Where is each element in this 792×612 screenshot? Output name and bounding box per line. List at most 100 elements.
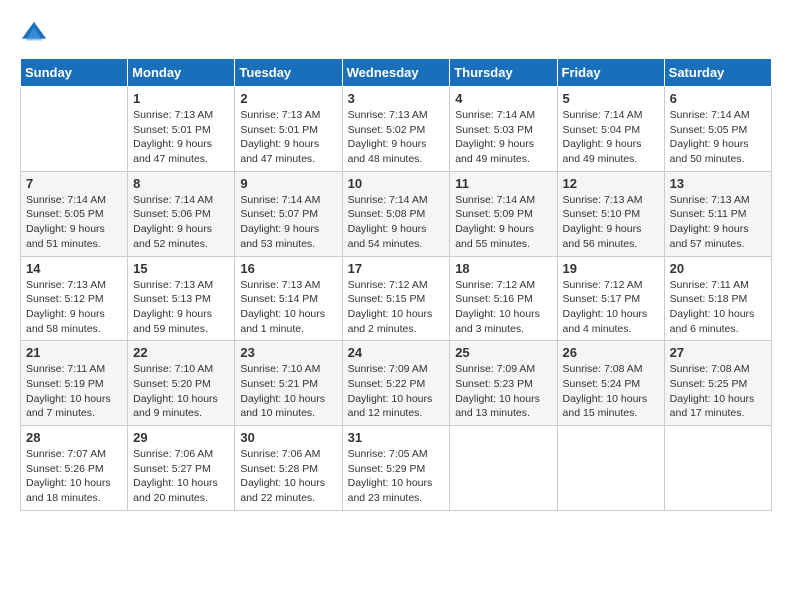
day-info: Sunrise: 7:07 AM Sunset: 5:26 PM Dayligh…: [26, 447, 122, 506]
calendar-week-row: 21Sunrise: 7:11 AM Sunset: 5:19 PM Dayli…: [21, 341, 772, 426]
calendar-week-row: 14 Sunrise: 7:13 AM Sunset: 5:12 PM Dayli…: [21, 256, 772, 341]
day-info: Sunrise: 7:08 AM Sunset: 5:24 PM Dayligh…: [563, 362, 659, 421]
calendar-cell: 11 Sunrise: 7:14 AM Sunset: 5:09 PM Dayli…: [450, 171, 557, 256]
calendar-cell: 19 Sunrise: 7:12 AM Sunset: 5:17 PM Dayli…: [557, 256, 664, 341]
day-info: Sunrise: 7:13 AM Sunset: 5:11 PM Dayligh…: [670, 193, 766, 252]
calendar-cell: 12 Sunrise: 7:13 AM Sunset: 5:10 PM Dayli…: [557, 171, 664, 256]
day-number: 27: [670, 345, 766, 360]
calendar-cell: 24Sunrise: 7:09 AM Sunset: 5:22 PM Dayli…: [342, 341, 450, 426]
day-info: Sunrise: 7:10 AM Sunset: 5:20 PM Dayligh…: [133, 362, 229, 421]
day-info: Sunrise: 7:14 AM Sunset: 5:08 PM Dayligh…: [348, 193, 445, 252]
calendar-cell: [557, 426, 664, 511]
page-header: [20, 20, 772, 48]
day-info: Sunrise: 7:09 AM Sunset: 5:22 PM Dayligh…: [348, 362, 445, 421]
day-number: 20: [670, 261, 766, 276]
day-info: Sunrise: 7:11 AM Sunset: 5:18 PM Dayligh…: [670, 278, 766, 337]
calendar-cell: 10 Sunrise: 7:14 AM Sunset: 5:08 PM Dayli…: [342, 171, 450, 256]
day-number: 18: [455, 261, 551, 276]
day-info: Sunrise: 7:10 AM Sunset: 5:21 PM Dayligh…: [240, 362, 336, 421]
day-number: 13: [670, 176, 766, 191]
day-info: Sunrise: 7:06 AM Sunset: 5:27 PM Dayligh…: [133, 447, 229, 506]
calendar-cell: 28 Sunrise: 7:07 AM Sunset: 5:26 PM Dayli…: [21, 426, 128, 511]
logo-icon: [20, 20, 48, 48]
day-info: Sunrise: 7:12 AM Sunset: 5:15 PM Dayligh…: [348, 278, 445, 337]
day-number: 5: [563, 91, 659, 106]
calendar-cell: 20 Sunrise: 7:11 AM Sunset: 5:18 PM Dayli…: [664, 256, 771, 341]
day-of-week-header: Thursday: [450, 59, 557, 87]
calendar-week-row: 28 Sunrise: 7:07 AM Sunset: 5:26 PM Dayli…: [21, 426, 772, 511]
day-number: 12: [563, 176, 659, 191]
day-number: 26: [563, 345, 659, 360]
day-number: 22: [133, 345, 229, 360]
calendar-cell: 21Sunrise: 7:11 AM Sunset: 5:19 PM Dayli…: [21, 341, 128, 426]
day-info: Sunrise: 7:12 AM Sunset: 5:16 PM Dayligh…: [455, 278, 551, 337]
calendar-cell: 26 Sunrise: 7:08 AM Sunset: 5:24 PM Dayli…: [557, 341, 664, 426]
day-number: 6: [670, 91, 766, 106]
day-of-week-header: Wednesday: [342, 59, 450, 87]
calendar-table: SundayMondayTuesdayWednesdayThursdayFrid…: [20, 58, 772, 511]
day-info: Sunrise: 7:13 AM Sunset: 5:12 PM Dayligh…: [26, 278, 122, 337]
day-of-week-header: Tuesday: [235, 59, 342, 87]
day-info: Sunrise: 7:13 AM Sunset: 5:01 PM Dayligh…: [240, 108, 336, 167]
day-number: 25: [455, 345, 551, 360]
day-number: 1: [133, 91, 229, 106]
calendar-cell: 27 Sunrise: 7:08 AM Sunset: 5:25 PM Dayli…: [664, 341, 771, 426]
calendar-cell: 1 Sunrise: 7:13 AM Sunset: 5:01 PM Daylig…: [128, 87, 235, 172]
day-number: 28: [26, 430, 122, 445]
day-of-week-header: Friday: [557, 59, 664, 87]
day-info: Sunrise: 7:14 AM Sunset: 5:05 PM Dayligh…: [670, 108, 766, 167]
day-number: 29: [133, 430, 229, 445]
day-number: 3: [348, 91, 445, 106]
calendar-cell: 4Sunrise: 7:14 AM Sunset: 5:03 PM Daylig…: [450, 87, 557, 172]
day-number: 15: [133, 261, 229, 276]
day-info: Sunrise: 7:05 AM Sunset: 5:29 PM Dayligh…: [348, 447, 445, 506]
calendar-cell: 14 Sunrise: 7:13 AM Sunset: 5:12 PM Dayli…: [21, 256, 128, 341]
day-info: Sunrise: 7:13 AM Sunset: 5:13 PM Dayligh…: [133, 278, 229, 337]
day-number: 10: [348, 176, 445, 191]
day-number: 2: [240, 91, 336, 106]
day-info: Sunrise: 7:13 AM Sunset: 5:10 PM Dayligh…: [563, 193, 659, 252]
day-info: Sunrise: 7:13 AM Sunset: 5:01 PM Dayligh…: [133, 108, 229, 167]
calendar-cell: 29 Sunrise: 7:06 AM Sunset: 5:27 PM Dayli…: [128, 426, 235, 511]
day-info: Sunrise: 7:14 AM Sunset: 5:05 PM Dayligh…: [26, 193, 122, 252]
day-number: 30: [240, 430, 336, 445]
calendar-cell: [21, 87, 128, 172]
calendar-cell: 30 Sunrise: 7:06 AM Sunset: 5:28 PM Dayli…: [235, 426, 342, 511]
calendar-week-row: 7 Sunrise: 7:14 AM Sunset: 5:05 PM Daylig…: [21, 171, 772, 256]
calendar-cell: 18 Sunrise: 7:12 AM Sunset: 5:16 PM Dayli…: [450, 256, 557, 341]
calendar-cell: 5Sunrise: 7:14 AM Sunset: 5:04 PM Daylig…: [557, 87, 664, 172]
day-number: 11: [455, 176, 551, 191]
calendar-header-row: SundayMondayTuesdayWednesdayThursdayFrid…: [21, 59, 772, 87]
calendar-cell: 7 Sunrise: 7:14 AM Sunset: 5:05 PM Daylig…: [21, 171, 128, 256]
day-number: 21: [26, 345, 122, 360]
day-info: Sunrise: 7:09 AM Sunset: 5:23 PM Dayligh…: [455, 362, 551, 421]
day-number: 7: [26, 176, 122, 191]
day-number: 19: [563, 261, 659, 276]
calendar-cell: 2 Sunrise: 7:13 AM Sunset: 5:01 PM Daylig…: [235, 87, 342, 172]
calendar-cell: 9 Sunrise: 7:14 AM Sunset: 5:07 PM Daylig…: [235, 171, 342, 256]
day-number: 14: [26, 261, 122, 276]
day-number: 8: [133, 176, 229, 191]
day-info: Sunrise: 7:14 AM Sunset: 5:06 PM Dayligh…: [133, 193, 229, 252]
day-info: Sunrise: 7:13 AM Sunset: 5:02 PM Dayligh…: [348, 108, 445, 167]
day-of-week-header: Saturday: [664, 59, 771, 87]
logo: [20, 20, 52, 48]
day-number: 31: [348, 430, 445, 445]
calendar-cell: 13 Sunrise: 7:13 AM Sunset: 5:11 PM Dayli…: [664, 171, 771, 256]
day-number: 16: [240, 261, 336, 276]
day-info: Sunrise: 7:12 AM Sunset: 5:17 PM Dayligh…: [563, 278, 659, 337]
day-number: 9: [240, 176, 336, 191]
calendar-cell: 15 Sunrise: 7:13 AM Sunset: 5:13 PM Dayli…: [128, 256, 235, 341]
day-info: Sunrise: 7:08 AM Sunset: 5:25 PM Dayligh…: [670, 362, 766, 421]
day-info: Sunrise: 7:14 AM Sunset: 5:09 PM Dayligh…: [455, 193, 551, 252]
day-number: 23: [240, 345, 336, 360]
day-info: Sunrise: 7:14 AM Sunset: 5:07 PM Dayligh…: [240, 193, 336, 252]
calendar-cell: [450, 426, 557, 511]
day-info: Sunrise: 7:13 AM Sunset: 5:14 PM Dayligh…: [240, 278, 336, 337]
day-number: 4: [455, 91, 551, 106]
calendar-cell: 31 Sunrise: 7:05 AM Sunset: 5:29 PM Dayli…: [342, 426, 450, 511]
day-of-week-header: Monday: [128, 59, 235, 87]
day-info: Sunrise: 7:06 AM Sunset: 5:28 PM Dayligh…: [240, 447, 336, 506]
calendar-cell: 8 Sunrise: 7:14 AM Sunset: 5:06 PM Daylig…: [128, 171, 235, 256]
calendar-cell: 3 Sunrise: 7:13 AM Sunset: 5:02 PM Daylig…: [342, 87, 450, 172]
